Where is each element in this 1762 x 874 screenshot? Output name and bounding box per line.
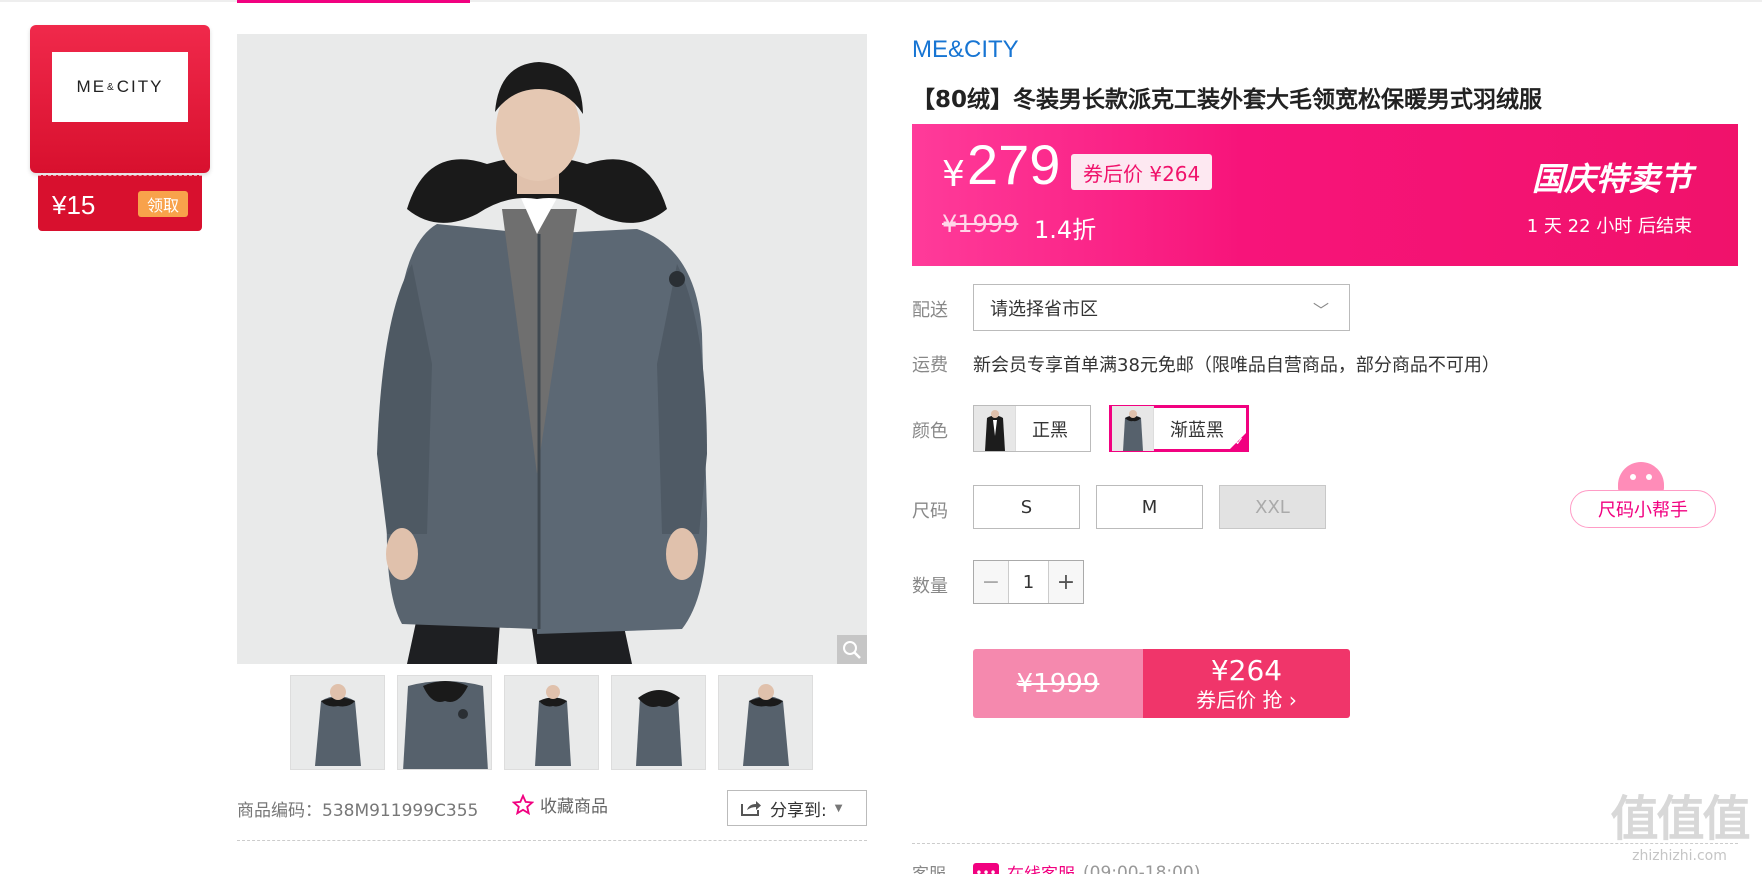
brand-coupon-card[interactable]: ME & CITY ¥15 领取 [30, 25, 210, 231]
current-price: 279 [967, 133, 1061, 196]
logo-text-right: CITY [116, 77, 164, 96]
thumbnail-3[interactable] [504, 675, 599, 770]
shipping-label: 运费 [912, 355, 948, 376]
brand-link[interactable]: ME&CITY [912, 36, 1019, 64]
logo-text-amp: & [107, 81, 116, 93]
active-tab-indicator [237, 0, 470, 3]
size-option-s[interactable]: S [973, 485, 1080, 529]
buy-price: ¥264 [1210, 653, 1283, 687]
thumbnail-2[interactable] [397, 675, 492, 770]
caret-down-icon: ▼ [834, 802, 843, 814]
share-button[interactable]: 分享到: ▼ [727, 790, 867, 826]
service-label: 客服 [912, 860, 946, 874]
divider [237, 840, 867, 841]
product-title: 【80绒】冬装男长款派克工装外套大毛领宽松保暖男式羽绒服 [912, 87, 1543, 113]
thumbnail-1[interactable] [290, 675, 385, 770]
currency-symbol: ¥ [942, 154, 965, 195]
online-service-label: 在线客服 [1007, 860, 1075, 874]
site-watermark: 值值值 zhizhizhi.com [1607, 790, 1752, 874]
color-option-black[interactable]: 正黑 [973, 405, 1091, 452]
share-icon [741, 801, 761, 816]
zoom-icon[interactable] [837, 635, 867, 664]
buy-action-label: 券后价 抢 › [1196, 687, 1297, 712]
share-label: 分享到: [770, 800, 827, 821]
logo-text-left: ME [76, 77, 107, 96]
chat-icon: ••• [973, 862, 999, 874]
delivery-label: 配送 [912, 300, 948, 321]
discount-rate: 1.4折 [1034, 216, 1097, 244]
quantity-input[interactable]: 1 [1008, 561, 1049, 603]
favorite-label: 收藏商品 [540, 797, 608, 817]
favorite-button[interactable]: 收藏商品 [512, 792, 608, 817]
color-label: 颜色 [912, 421, 948, 442]
claim-coupon-button[interactable]: 领取 [138, 191, 188, 217]
original-price: ¥1999 [942, 210, 1019, 238]
thumbnail-strip [290, 675, 813, 770]
size-helper[interactable]: 尺码小帮手 [1570, 462, 1716, 528]
product-meta-row: 商品编码：538M911999C355 收藏商品 分享到: ▼ [237, 790, 867, 826]
size-label: 尺码 [912, 501, 948, 522]
size-option-m[interactable]: M [1096, 485, 1203, 529]
region-select[interactable]: 请选择省市区 ﹀ [973, 284, 1350, 331]
sku-text: 商品编码：538M911999C355 [237, 801, 479, 821]
thumbnail-5[interactable] [718, 675, 813, 770]
watermark-url: zhizhizhi.com [1632, 848, 1727, 864]
check-icon: ✓ [1234, 435, 1244, 448]
buy-original-price: ¥1999 [973, 649, 1143, 718]
region-select-value: 请选择省市区 [990, 298, 1098, 320]
online-service-link[interactable]: ••• 在线客服 (09:00-18:00) [973, 860, 1200, 874]
buy-button-group[interactable]: ¥1999 ¥264 券后价 抢 › [973, 649, 1350, 718]
size-helper-button[interactable]: 尺码小帮手 [1570, 490, 1716, 528]
sale-event-title: 国庆特卖节 [1531, 160, 1692, 198]
size-option-xxl[interactable]: XXL [1219, 485, 1326, 529]
color-swatch-image [974, 406, 1016, 451]
price-banner: ¥ 279 券后价 ¥264 ¥1999 1.4折 国庆特卖节 1 天 22 小… [912, 124, 1738, 266]
watermark-logo: 值值值 [1610, 791, 1750, 847]
quantity-stepper: − 1 + [973, 560, 1084, 604]
color-option-label: 正黑 [1032, 419, 1068, 441]
decrement-button[interactable]: − [974, 561, 1008, 603]
main-product-image[interactable] [237, 34, 867, 664]
buy-now-button[interactable]: ¥264 券后价 抢 › [1143, 649, 1350, 718]
increment-button[interactable]: + [1049, 561, 1083, 603]
shipping-info: 新会员专享首单满38元免邮（限唯品自营商品，部分商品不可用） [973, 355, 1500, 376]
sale-countdown: 1 天 22 小时 后结束 [1526, 216, 1692, 237]
after-coupon-price-badge: 券后价 ¥264 [1071, 154, 1213, 190]
star-icon [512, 793, 534, 815]
brand-logo[interactable]: ME & CITY [52, 52, 188, 122]
model-illustration [237, 34, 867, 664]
coupon-value: ¥15 [52, 190, 96, 220]
chevron-down-icon: ﹀ [1312, 301, 1329, 320]
color-option-blue-black[interactable]: 渐蓝黑 ✓ [1109, 405, 1249, 452]
quantity-label: 数量 [912, 576, 948, 597]
thumbnail-4[interactable] [611, 675, 706, 770]
color-swatch-image [1112, 406, 1154, 451]
service-hours: (09:00-18:00) [1083, 862, 1201, 874]
